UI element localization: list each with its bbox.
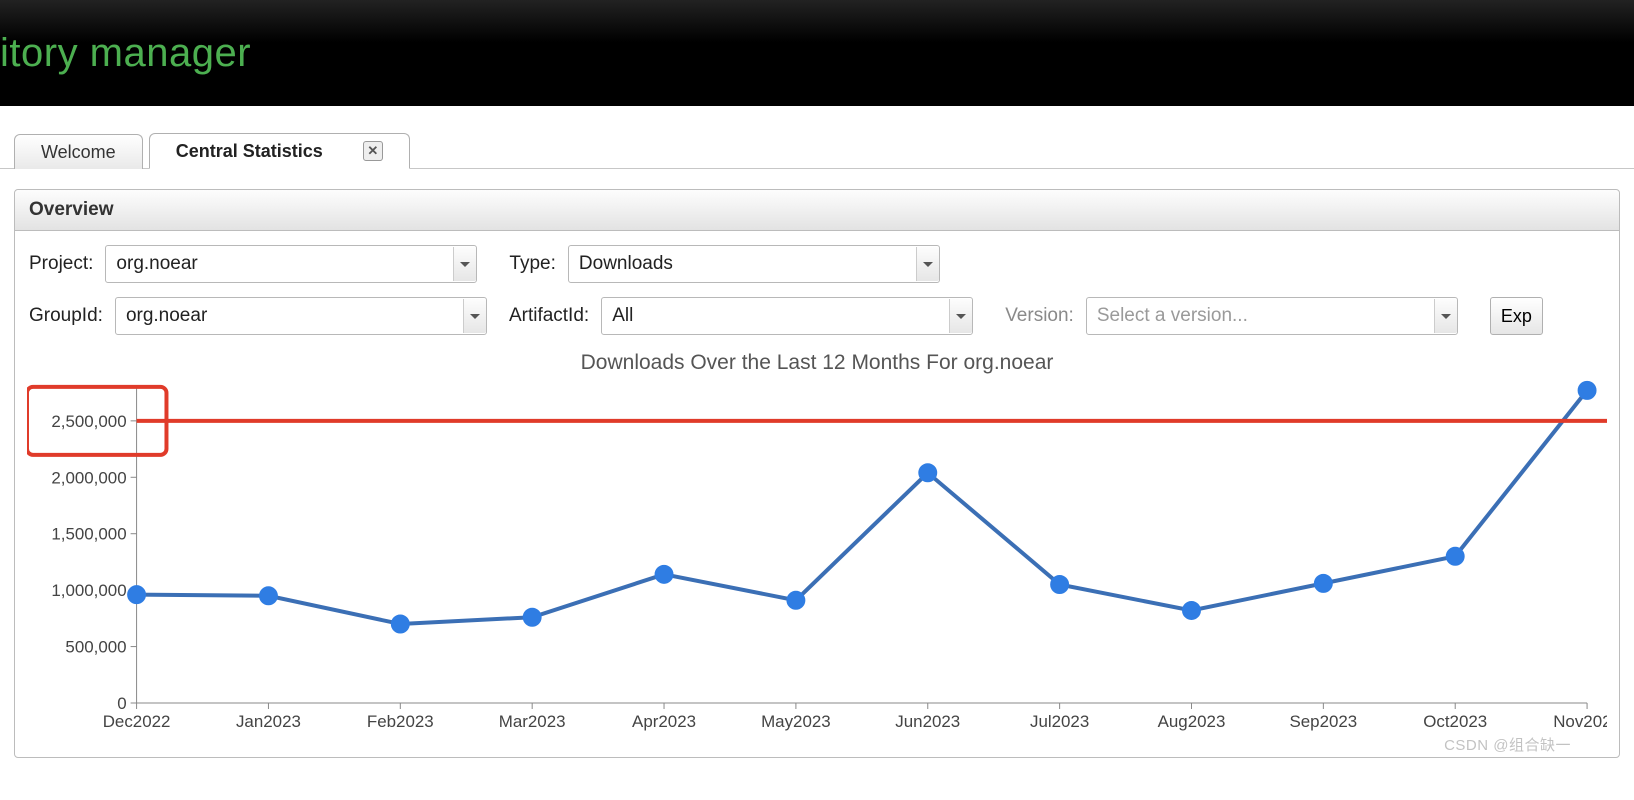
- type-value: Downloads: [569, 253, 916, 275]
- version-placeholder: Select a version...: [1087, 305, 1434, 327]
- artifactid-select[interactable]: All: [601, 297, 973, 335]
- svg-text:Jul2023: Jul2023: [1030, 712, 1089, 731]
- chevron-down-icon[interactable]: [463, 299, 486, 333]
- artifactid-label: ArtifactId:: [509, 305, 589, 327]
- overview-panel: Overview Project: org.noear Type: Downlo…: [14, 189, 1620, 758]
- tab-central-stats-label: Central Statistics: [176, 141, 323, 162]
- svg-text:Sep2023: Sep2023: [1289, 712, 1357, 731]
- svg-text:Dec2022: Dec2022: [103, 712, 171, 731]
- groupid-label: GroupId:: [29, 305, 103, 327]
- version-label: Version:: [1005, 305, 1074, 327]
- filter-row-1: Project: org.noear Type: Downloads: [15, 231, 1619, 283]
- groupid-select[interactable]: org.noear: [115, 297, 487, 335]
- svg-text:0: 0: [117, 694, 126, 713]
- svg-text:1,000,000: 1,000,000: [51, 581, 126, 600]
- watermark-text: CSDN @组合缺一: [1444, 734, 1571, 755]
- tab-welcome-label: Welcome: [41, 142, 116, 163]
- chevron-down-icon[interactable]: [453, 247, 476, 281]
- chart-container: Downloads Over the Last 12 Months For or…: [15, 351, 1619, 757]
- svg-text:Aug2023: Aug2023: [1158, 712, 1226, 731]
- artifactid-value: All: [602, 305, 949, 327]
- chevron-down-icon[interactable]: [949, 299, 972, 333]
- brand-text: itory manager: [0, 31, 251, 76]
- svg-text:Nov2023: Nov2023: [1553, 712, 1607, 731]
- chevron-down-icon[interactable]: [1434, 299, 1457, 333]
- tab-welcome[interactable]: Welcome: [14, 134, 143, 169]
- svg-text:2,500,000: 2,500,000: [51, 412, 126, 431]
- chart-title: Downloads Over the Last 12 Months For or…: [27, 351, 1607, 375]
- tab-central-statistics[interactable]: Central Statistics ✕: [149, 133, 410, 169]
- project-label: Project:: [29, 253, 93, 275]
- groupid-value: org.noear: [116, 305, 463, 327]
- filter-row-2: GroupId: org.noear ArtifactId: All Versi…: [15, 283, 1619, 343]
- svg-text:May2023: May2023: [761, 712, 831, 731]
- chevron-down-icon[interactable]: [916, 247, 939, 281]
- project-value: org.noear: [106, 253, 453, 275]
- svg-text:Apr2023: Apr2023: [632, 712, 696, 731]
- svg-text:Jan2023: Jan2023: [236, 712, 301, 731]
- app-header: itory manager: [0, 0, 1634, 106]
- svg-text:2,000,000: 2,000,000: [51, 468, 126, 487]
- close-icon[interactable]: ✕: [363, 141, 383, 161]
- type-label: Type:: [509, 253, 555, 275]
- svg-text:Oct2023: Oct2023: [1423, 712, 1487, 731]
- downloads-line-chart: 0 500,000 1,000,000 1,500,000 2,000,000 2,500…: [27, 377, 1607, 737]
- svg-text:Feb2023: Feb2023: [367, 712, 434, 731]
- type-select[interactable]: Downloads: [568, 245, 940, 283]
- tab-bar: Welcome Central Statistics ✕: [0, 106, 1634, 169]
- project-select[interactable]: org.noear: [105, 245, 477, 283]
- export-button[interactable]: Exp: [1490, 297, 1543, 335]
- export-button-label: Exp: [1501, 306, 1532, 327]
- svg-text:Mar2023: Mar2023: [499, 712, 566, 731]
- version-select[interactable]: Select a version...: [1086, 297, 1458, 335]
- svg-text:Jun2023: Jun2023: [895, 712, 960, 731]
- svg-text:500,000: 500,000: [65, 638, 126, 657]
- svg-text:1,500,000: 1,500,000: [51, 525, 126, 544]
- panel-title: Overview: [15, 190, 1619, 231]
